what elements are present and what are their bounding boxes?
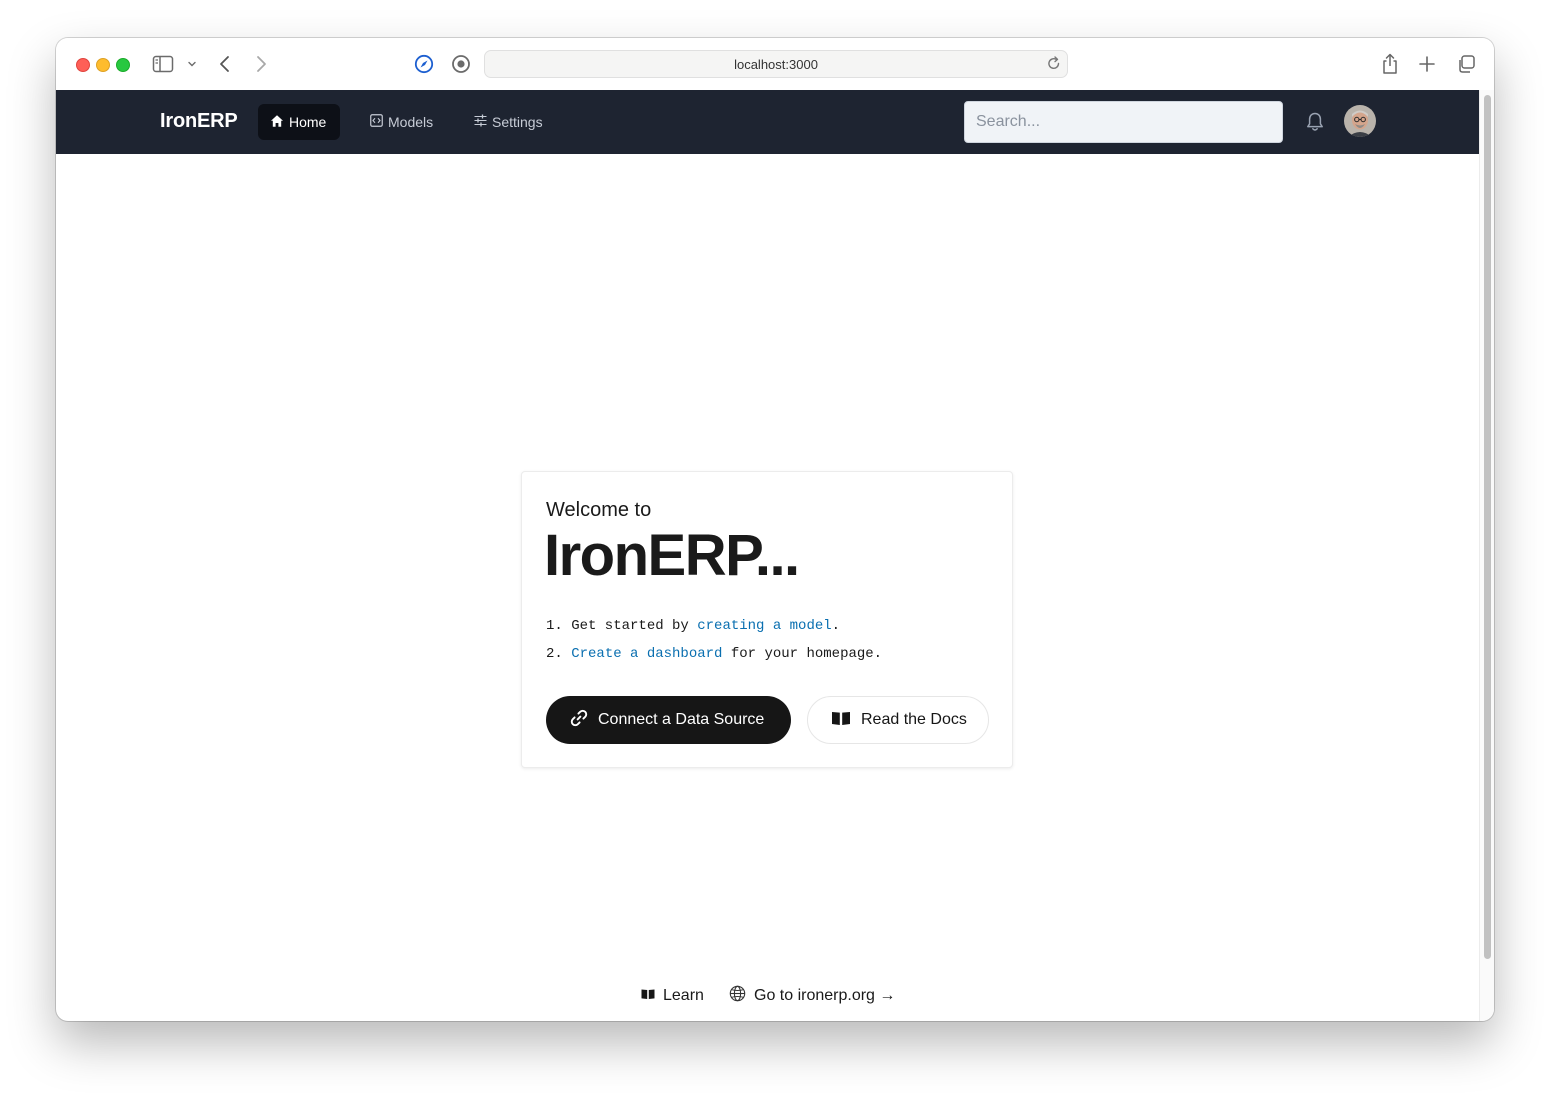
book-icon xyxy=(831,710,851,731)
share-icon[interactable] xyxy=(1381,52,1399,76)
search-input[interactable] xyxy=(964,101,1283,143)
step-text: for your homepage. xyxy=(722,646,883,662)
nav-item-label: Home xyxy=(289,114,327,130)
nav-item-settings[interactable]: Settings xyxy=(462,104,555,140)
close-window-button[interactable] xyxy=(76,58,90,72)
step-item: 1. Get started by creating a model. xyxy=(546,616,882,644)
getting-started-steps: 1. Get started by creating a model. 2. C… xyxy=(546,616,882,672)
back-arrow-icon[interactable] xyxy=(218,52,232,76)
footer-site-link[interactable]: Go to ironerp.org → xyxy=(729,984,895,1008)
welcome-card: Welcome to IronERP... 1. Get started by … xyxy=(521,471,1013,768)
avatar[interactable] xyxy=(1344,105,1376,137)
chevron-down-icon[interactable] xyxy=(187,52,197,76)
create-model-link[interactable]: creating a model xyxy=(697,618,831,634)
sliders-icon xyxy=(474,114,487,130)
nav-item-models[interactable]: Models xyxy=(358,104,445,140)
page-scrollbar[interactable] xyxy=(1479,90,1494,1021)
browser-window: localhost:3000 IronERP Home Models Setti… xyxy=(56,38,1494,1021)
home-icon xyxy=(270,114,284,131)
forward-arrow-icon[interactable] xyxy=(254,52,268,76)
footer-learn-link[interactable]: Learn xyxy=(641,984,704,1008)
minimize-window-button[interactable] xyxy=(96,58,110,72)
step-text: 2. xyxy=(546,646,572,662)
code-icon xyxy=(370,114,383,130)
step-item: 2. Create a dashboard for your homepage. xyxy=(546,644,882,672)
button-label: Read the Docs xyxy=(861,711,967,728)
button-label: Connect a Data Source xyxy=(598,711,765,728)
welcome-title: IronERP... xyxy=(544,523,800,588)
nav-item-label: Models xyxy=(388,114,434,130)
record-extension-icon[interactable] xyxy=(451,52,471,76)
read-docs-button[interactable]: Read the Docs xyxy=(807,696,989,744)
create-dashboard-link[interactable]: Create a dashboard xyxy=(571,646,722,662)
link-icon xyxy=(570,709,588,732)
new-tab-icon[interactable] xyxy=(1418,52,1436,76)
nav-item-label: Settings xyxy=(492,114,543,130)
address-bar[interactable]: localhost:3000 xyxy=(484,50,1068,78)
step-text: . xyxy=(831,618,841,634)
welcome-intro: Welcome to xyxy=(546,499,652,521)
book-icon xyxy=(641,987,655,1005)
bell-icon[interactable] xyxy=(1305,111,1325,138)
reload-icon[interactable] xyxy=(1047,56,1061,74)
footer-link-label: Learn xyxy=(663,987,704,1004)
browser-toolbar: localhost:3000 xyxy=(56,38,1494,91)
connect-data-source-button[interactable]: Connect a Data Source xyxy=(546,696,791,744)
zoom-window-button[interactable] xyxy=(116,58,130,72)
nav-item-home[interactable]: Home xyxy=(258,104,340,140)
sidebar-toggle-icon[interactable] xyxy=(152,52,174,76)
scrollbar-thumb[interactable] xyxy=(1484,95,1491,959)
compass-extension-icon[interactable] xyxy=(414,52,434,76)
url-text: localhost:3000 xyxy=(734,56,818,72)
app-navbar: IronERP Home Models Settings xyxy=(56,90,1479,154)
globe-icon xyxy=(729,985,746,1007)
footer-link-label: Go to ironerp.org → xyxy=(754,987,896,1004)
tab-overview-icon[interactable] xyxy=(1456,52,1476,76)
step-text: 1. Get started by xyxy=(546,618,698,634)
brand-logo[interactable]: IronERP xyxy=(160,110,238,133)
